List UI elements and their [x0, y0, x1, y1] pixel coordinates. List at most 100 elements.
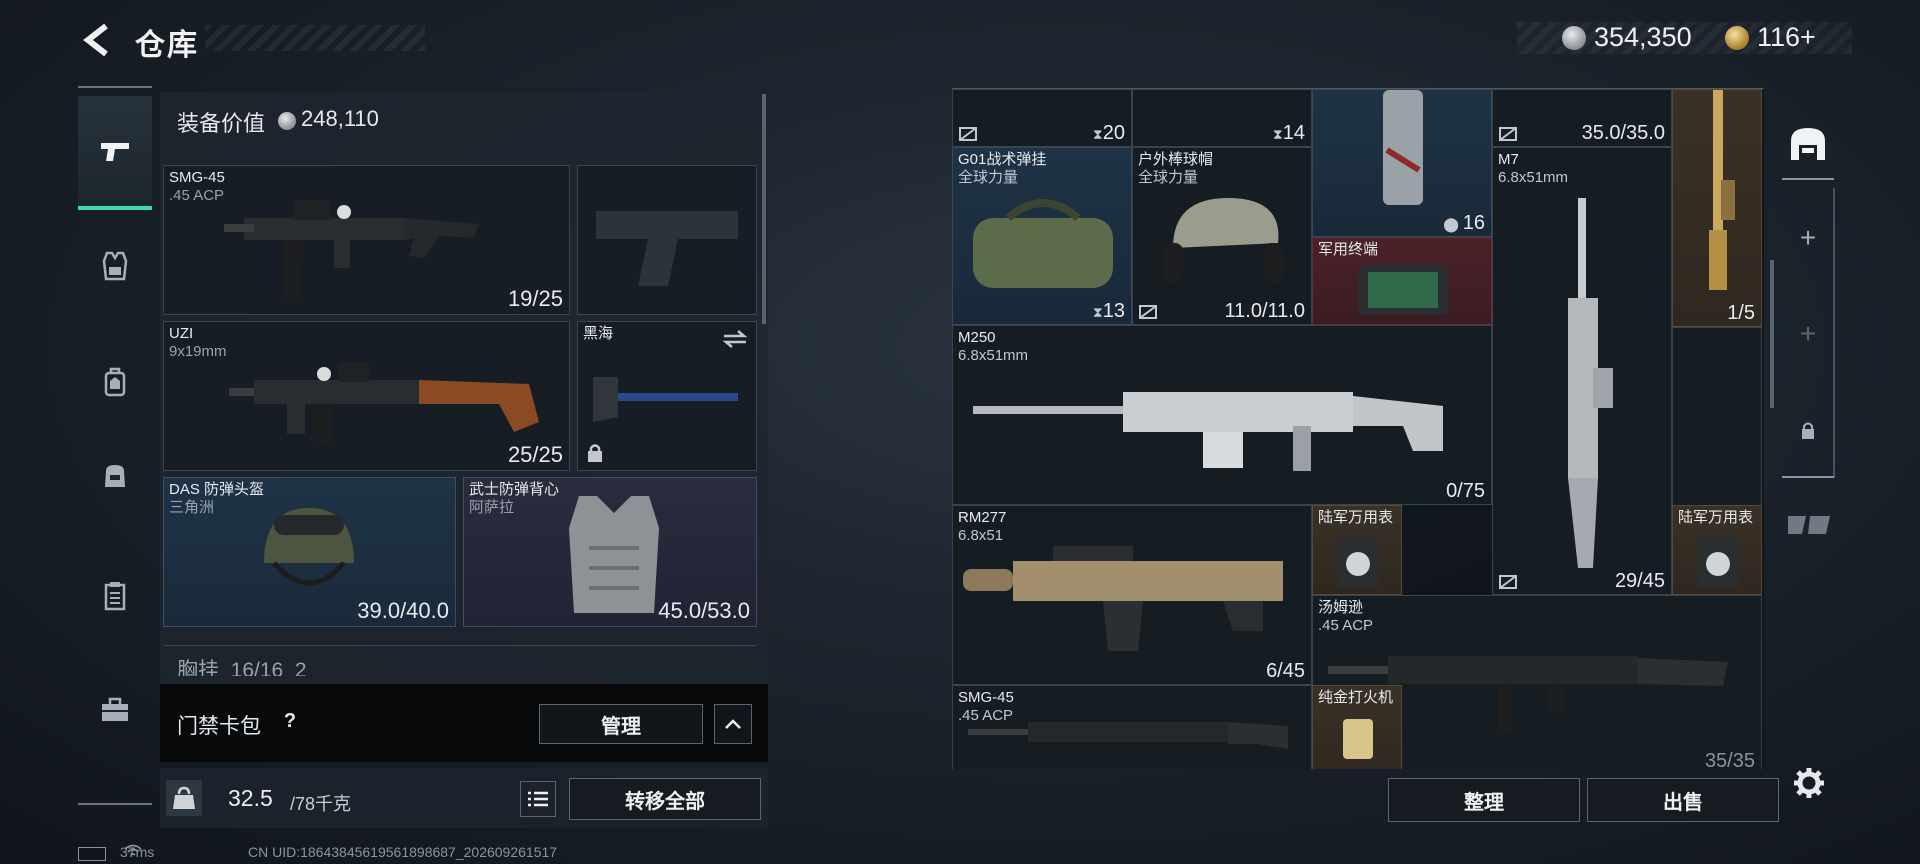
rifle-image	[963, 546, 1283, 651]
uzi-image	[229, 362, 539, 444]
brand-logo[interactable]	[1786, 510, 1832, 540]
gear-icon	[1794, 768, 1824, 798]
access-card-label: 门禁卡包	[177, 715, 261, 738]
item-name: 武士防弹背心	[469, 481, 560, 498]
chest-rig-item[interactable]: G01战术弹挂 全球力量 ⧗13	[952, 147, 1132, 325]
item-origin: 全球力量	[958, 169, 1019, 186]
item-count: ⧗20	[1092, 122, 1125, 144]
m250-item[interactable]: M250 6.8x51mm 0/75	[952, 325, 1492, 505]
add-storage-button[interactable]: +	[1782, 212, 1834, 264]
ammo-count: 1/5	[1727, 302, 1755, 324]
item-origin: 全球力量	[1138, 169, 1199, 186]
melee-slot[interactable]: 黑海	[577, 321, 757, 471]
m7-rifle-image	[1568, 198, 1613, 568]
sort-button[interactable]: 整理	[1388, 778, 1580, 822]
help-icon[interactable]: ?	[280, 710, 300, 732]
item-name: DAS 防弹头盔	[169, 481, 265, 498]
vest-image	[569, 496, 659, 613]
watch-item[interactable]: 陆军万用表	[1672, 505, 1762, 595]
smg45-item[interactable]: SMG-45 .45 ACP	[952, 685, 1312, 769]
watch-item[interactable]: 陆军万用表	[1312, 505, 1402, 595]
no-insure-icon	[1499, 575, 1517, 589]
item-name: G01战术弹挂	[958, 151, 1047, 168]
settings-button[interactable]	[1792, 766, 1826, 800]
machine-gun-image	[973, 392, 1443, 471]
sniper-rifle-image	[1709, 90, 1735, 290]
rail-item-bag[interactable]	[78, 446, 152, 506]
rail-item-clipboard[interactable]	[78, 566, 152, 626]
ammo-count: 6/45	[1266, 660, 1305, 682]
tool-rail-divider	[1782, 476, 1834, 478]
item-caliber: .45 ACP	[169, 187, 225, 204]
list-view-button[interactable]	[520, 781, 556, 817]
terminal-image	[1358, 265, 1448, 315]
item-caliber: 6.8x51mm	[1498, 169, 1569, 186]
sell-button[interactable]: 出售	[1587, 778, 1779, 822]
rail-item-vest[interactable]	[78, 236, 152, 296]
durability: 11.0/11.0	[1224, 300, 1305, 322]
storage-grid: ⧗20 ⧗14 ⬤ 16 35.0/35.0 1/5 G01战术弹挂 全球力量 …	[952, 88, 1764, 769]
no-insure-icon	[1499, 127, 1517, 141]
primary-weapon-slot[interactable]: SMG-45 .45 ACP 19/25	[163, 165, 570, 315]
swap-icon[interactable]	[722, 328, 748, 350]
item-count: ⧗13	[1092, 300, 1125, 322]
rail-item-weapons[interactable]	[78, 96, 152, 210]
pistol-placeholder-icon	[596, 211, 738, 286]
vest-icon	[102, 251, 128, 281]
durability: 39.0/40.0	[357, 598, 449, 623]
duffel-bag-image	[973, 199, 1113, 288]
spray-item[interactable]: ⬤ 16	[1312, 89, 1492, 237]
cap-item[interactable]: 户外棒球帽 全球力量 11.0/11.0	[1132, 147, 1312, 325]
item-name: 黑海	[583, 325, 614, 342]
pistol-slot[interactable]	[577, 165, 757, 315]
rail-item-backpack[interactable]	[78, 352, 152, 412]
secondary-weapon-slot[interactable]: UZI 9x19mm 25/25	[163, 321, 570, 471]
axe-image	[593, 377, 738, 422]
armor-slot[interactable]: 武士防弹背心 阿萨拉 45.0/53.0	[463, 477, 757, 627]
multimeter-image	[1698, 537, 1738, 587]
smg-image	[224, 200, 479, 298]
durability: 45.0/53.0	[658, 598, 750, 623]
chest-rig-row[interactable]: 胸挂 16/16 2	[163, 645, 757, 676]
clipboard-icon	[104, 582, 126, 611]
durability: 35.0/35.0	[1581, 122, 1665, 144]
item-name: 汤姆逊	[1318, 599, 1364, 616]
item-name: 陆军万用表	[1318, 509, 1394, 526]
rm277-item[interactable]: RM277 6.8x51 6/45	[952, 505, 1312, 685]
weight-icon	[166, 780, 202, 816]
storage-tab[interactable]	[1782, 110, 1834, 180]
lighter-item[interactable]: 纯金打火机	[1312, 685, 1402, 769]
sniper-item[interactable]: 1/5	[1672, 89, 1762, 327]
collapse-button[interactable]	[714, 704, 752, 744]
rail-item-toolbox[interactable]	[78, 680, 152, 740]
gold-lighter-image	[1343, 719, 1373, 759]
title-decoration	[205, 25, 425, 51]
ammo-count: 35/35	[1704, 750, 1755, 769]
manage-button[interactable]: 管理	[539, 704, 703, 744]
plus-icon: +	[1799, 318, 1817, 349]
lock-icon	[1802, 422, 1814, 439]
ammo-count: 0/75	[1446, 480, 1485, 502]
locked-storage-button[interactable]	[1782, 405, 1834, 457]
lock-icon	[588, 444, 602, 462]
grid-cell[interactable]: ⧗20	[952, 89, 1132, 147]
pistol-icon	[101, 143, 129, 161]
terminal-item[interactable]: 军用终端	[1312, 237, 1492, 325]
item-name: SMG-45	[169, 169, 225, 186]
ammo-count: 29/45	[1614, 570, 1665, 592]
gold-balance[interactable]: 116+	[1757, 22, 1816, 53]
weight-max: /78千克	[290, 794, 352, 814]
item-count: ⧗14	[1272, 122, 1305, 144]
category-rail	[78, 86, 152, 806]
storage-scrollbar[interactable]	[1770, 260, 1774, 408]
m7-item[interactable]: M7 6.8x51mm 29/45	[1492, 147, 1672, 595]
grid-cell[interactable]: 35.0/35.0	[1492, 89, 1672, 147]
add-storage-button[interactable]: +	[1782, 308, 1834, 360]
helmet-slot[interactable]: DAS 防弹头盔 三角洲 39.0/40.0	[163, 477, 456, 627]
loadout-scrollbar[interactable]	[762, 94, 766, 324]
silver-coin-icon	[278, 112, 296, 130]
grid-cell[interactable]: ⧗14	[1132, 89, 1312, 147]
back-button[interactable]	[78, 20, 112, 60]
plus-icon: +	[1799, 222, 1817, 253]
transfer-all-button[interactable]: 转移全部	[569, 778, 761, 820]
